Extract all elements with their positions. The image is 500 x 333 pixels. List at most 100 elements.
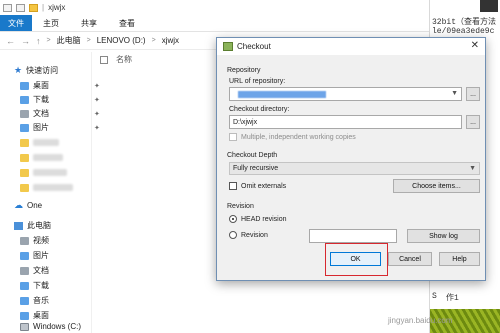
radio-label: HEAD revision — [241, 215, 287, 223]
pin-icon: ✦ — [94, 82, 100, 90]
forward-arrow-icon[interactable]: → — [21, 36, 30, 46]
folder-icon — [20, 183, 29, 192]
tab-view[interactable]: 查看 — [108, 15, 146, 31]
background-text-line: 作1 — [446, 294, 459, 303]
radio-label: Revision — [241, 231, 268, 239]
url-combobox[interactable]: ▼ — [229, 87, 462, 101]
download-icon — [20, 281, 29, 290]
redacted-label — [33, 139, 59, 146]
checkout-depth-select[interactable]: Fully recursive ▼ — [229, 162, 480, 175]
sidebar-item-pictures[interactable]: 图片 ✦ — [20, 121, 100, 134]
ribbon-tabs: 文件 主页 共享 查看 — [0, 15, 429, 32]
sidebar-item-music[interactable]: 音乐 — [20, 294, 49, 307]
back-arrow-icon[interactable]: ← — [6, 36, 15, 46]
checkbox-label: Omit externals — [241, 182, 287, 190]
sidebar-item-redacted[interactable] — [20, 166, 67, 179]
pictures-icon — [20, 251, 29, 260]
head-revision-radio[interactable]: HEAD revision — [229, 215, 287, 223]
pictures-icon — [20, 123, 29, 132]
explorer-titlebar: | xjwjx — [0, 0, 429, 15]
background-text-line: le/09ea3ede9c — [432, 27, 495, 36]
sidebar-item-pictures[interactable]: 图片 — [20, 249, 49, 262]
checkout-directory-field[interactable]: D:\xjwjx — [229, 115, 462, 129]
chevron-down-icon[interactable]: ▼ — [451, 90, 458, 97]
cloud-icon: ☁ — [14, 200, 23, 210]
tortoisesvn-icon — [223, 42, 233, 51]
sidebar-item-label: 下载 — [33, 95, 49, 104]
chevron-right-icon: > — [151, 37, 156, 44]
sidebar-item-label: 图片 — [33, 123, 49, 132]
revision-radio[interactable]: Revision — [229, 231, 268, 239]
close-icon[interactable]: ✕ — [471, 41, 479, 51]
redacted-label — [33, 184, 73, 191]
documents-icon — [20, 109, 29, 118]
tab-home[interactable]: 主页 — [32, 15, 70, 31]
star-icon: ★ — [14, 65, 23, 75]
repository-section-label: Repository — [227, 67, 261, 74]
checkout-depth-label: Checkout Depth — [227, 152, 278, 159]
folder-icon — [20, 138, 29, 147]
show-log-button[interactable]: Show log — [407, 229, 480, 243]
tab-file[interactable]: 文件 — [0, 15, 32, 31]
sidebar-item-drive-c[interactable]: Windows (C:) — [20, 320, 81, 333]
column-name-header[interactable]: 名称 — [116, 54, 132, 65]
select-all-checkbox[interactable] — [100, 55, 108, 64]
sidebar-item-redacted[interactable] — [20, 181, 73, 194]
background-text-line: S — [432, 292, 437, 301]
quick-access-save-icon[interactable] — [3, 3, 12, 12]
computer-icon — [14, 221, 23, 230]
url-label: URL of repository: — [229, 78, 286, 85]
sidebar-quick-access[interactable]: ★ 快速访问 — [14, 64, 58, 77]
sidebar-item-redacted[interactable] — [20, 136, 59, 149]
omit-externals-checkbox[interactable]: Omit externals — [229, 182, 286, 190]
radio-dot — [229, 231, 237, 239]
choose-items-button[interactable]: Choose items... — [393, 179, 480, 193]
sidebar-item-documents[interactable]: 文档 ✦ — [20, 107, 100, 120]
sidebar-item-label: 下载 — [33, 281, 49, 290]
sidebar-onedrive[interactable]: ☁ One — [14, 199, 42, 212]
browse-url-button[interactable]: ... — [466, 87, 480, 101]
sidebar-item-documents[interactable]: 文档 — [20, 264, 49, 277]
breadcrumb-drive-d[interactable]: LENOVO (D:) — [97, 36, 146, 45]
sidebar-item-label: 文档 — [33, 266, 49, 275]
sidebar-item-label: One — [27, 201, 43, 210]
sidebar-item-label: 桌面 — [33, 81, 49, 90]
multiple-wc-checkbox[interactable]: Multiple, independent working copies — [229, 133, 356, 141]
sidebar-item-downloads[interactable]: 下载 — [20, 279, 49, 292]
sidebar-item-desktop[interactable]: 桌面 ✦ — [20, 79, 100, 92]
breadcrumb-this-pc[interactable]: 此电脑 — [57, 35, 81, 46]
up-arrow-icon[interactable]: ↑ — [36, 36, 41, 46]
breadcrumb-xjwjx[interactable]: xjwjx — [162, 36, 179, 45]
pin-icon: ✦ — [94, 110, 100, 118]
cancel-button[interactable]: Cancel — [388, 252, 432, 266]
sidebar-item-downloads[interactable]: 下载 ✦ — [20, 93, 100, 106]
quick-access-check-icon[interactable] — [16, 3, 25, 12]
window-title: xjwjx — [48, 3, 66, 12]
revision-input[interactable] — [309, 229, 397, 243]
dialog-title: Checkout — [237, 42, 271, 51]
chevron-right-icon: > — [46, 37, 51, 44]
sidebar-this-pc[interactable]: 此电脑 — [14, 219, 51, 232]
revision-section-label: Revision — [227, 203, 254, 210]
checkbox-box — [229, 133, 237, 141]
folder-icon — [29, 3, 38, 12]
pin-icon: ✦ — [94, 124, 100, 132]
tab-share[interactable]: 共享 — [70, 15, 108, 31]
sidebar-item-label: 此电脑 — [27, 221, 51, 230]
desktop-icon — [20, 311, 29, 320]
title-separator: | — [42, 3, 45, 12]
checkout-directory-label: Checkout directory: — [229, 106, 290, 113]
drive-icon — [20, 322, 29, 331]
browse-directory-button[interactable]: ... — [466, 115, 480, 129]
sidebar-item-videos[interactable]: 视频 — [20, 234, 49, 247]
music-icon — [20, 296, 29, 305]
sidebar-item-redacted[interactable] — [20, 151, 63, 164]
ok-highlight-box — [325, 243, 388, 276]
sidebar-item-label: 图片 — [33, 251, 49, 260]
redacted-url — [238, 91, 326, 98]
help-button[interactable]: Help — [439, 252, 480, 266]
redacted-label — [33, 154, 63, 161]
chevron-down-icon[interactable]: ▼ — [469, 165, 476, 172]
sidebar-item-label: 视频 — [33, 236, 49, 245]
watermark: jingyan.baidu.com — [388, 316, 453, 325]
